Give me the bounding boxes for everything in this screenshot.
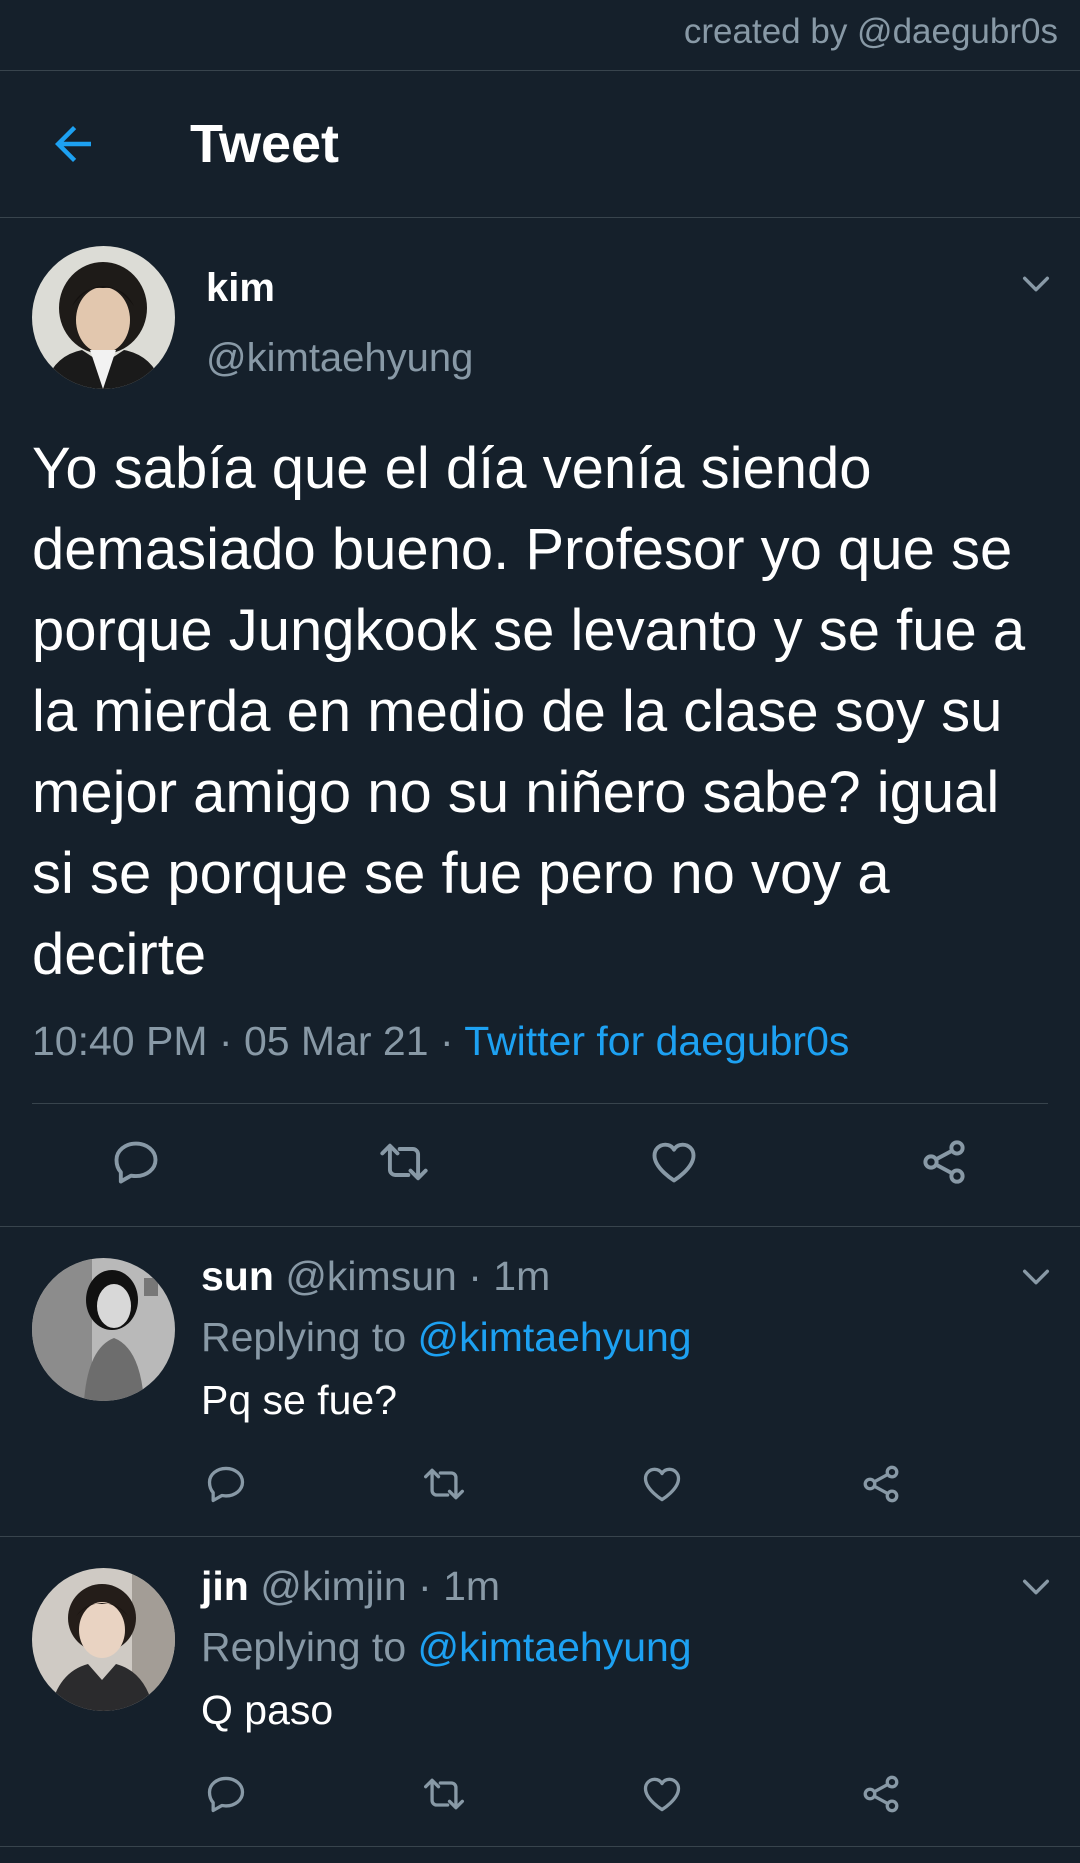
page-title: Tweet [190, 114, 340, 174]
tweet-time: 10:40 PM [32, 1018, 208, 1064]
author-handle[interactable]: @kimtaehyung [206, 336, 473, 381]
tweet-text: Yo sabía que el día venía siendo demasia… [32, 436, 1026, 987]
chevron-down-icon [1022, 1579, 1050, 1595]
like-button[interactable] [640, 1462, 684, 1506]
avatar[interactable] [32, 246, 175, 389]
replying-to: Replying to @kimtaehyung [201, 1314, 692, 1361]
reply-header: sun @kimsun · 1m [201, 1253, 550, 1300]
tweet-menu-button[interactable] [1019, 267, 1053, 301]
reply-icon [207, 1776, 245, 1813]
creator-credit: created by @daegubr0s [683, 12, 1058, 51]
tweet-date: 05 Mar 21 [243, 1018, 429, 1064]
reply-icon [114, 1141, 158, 1184]
replying-to-mention[interactable]: @kimtaehyung [418, 1314, 692, 1360]
share-icon [923, 1140, 965, 1184]
reply-menu-button[interactable] [1019, 1260, 1053, 1294]
retweet-icon [424, 1778, 464, 1810]
retweet-button[interactable] [422, 1462, 466, 1506]
reply-author-name[interactable]: jin [201, 1563, 249, 1609]
tweet-meta: 10:40 PM · 05 Mar 21 · Twitter for daegu… [32, 1018, 849, 1065]
reply-separator: · [468, 1253, 482, 1299]
replying-to: Replying to @kimtaehyung [201, 1624, 692, 1671]
reply-author-name[interactable]: sun [201, 1253, 274, 1299]
author-name[interactable]: kim [206, 266, 275, 311]
share-button[interactable] [859, 1462, 903, 1506]
divider [32, 1103, 1048, 1104]
chevron-down-icon [1022, 276, 1050, 292]
like-button[interactable] [648, 1136, 700, 1188]
replying-to-label: Replying to [201, 1314, 418, 1360]
heart-icon [643, 1467, 681, 1502]
retweet-icon [380, 1143, 428, 1181]
reply-header: jin @kimjin · 1m [201, 1563, 500, 1610]
share-button[interactable] [859, 1772, 903, 1816]
reply-text: Q paso [201, 1687, 334, 1733]
reply-button[interactable] [110, 1136, 162, 1188]
avatar[interactable] [32, 1258, 175, 1401]
retweet-button[interactable] [378, 1136, 430, 1188]
reply-button[interactable] [204, 1772, 248, 1816]
heart-icon [652, 1142, 696, 1183]
heart-icon [643, 1777, 681, 1812]
reply-time: 1m [443, 1563, 501, 1609]
back-button[interactable] [46, 117, 100, 171]
reply-menu-button[interactable] [1019, 1570, 1053, 1604]
meta-separator: · [207, 1018, 244, 1064]
avatar[interactable] [32, 1568, 175, 1711]
chevron-down-icon [1022, 1269, 1050, 1285]
retweet-button[interactable] [422, 1772, 466, 1816]
reply-icon [207, 1466, 245, 1503]
divider [0, 1536, 1080, 1537]
reply-author-handle[interactable]: @kimsun [285, 1253, 457, 1299]
like-button[interactable] [640, 1772, 684, 1816]
share-icon [863, 1465, 899, 1503]
reply-author-handle[interactable]: @kimjin [260, 1563, 406, 1609]
tweet-source-link[interactable]: Twitter for daegubr0s [464, 1018, 849, 1064]
reply-separator: · [418, 1563, 432, 1609]
arrow-left-icon [55, 126, 91, 162]
reply-button[interactable] [204, 1462, 248, 1506]
share-button[interactable] [918, 1136, 970, 1188]
meta-separator: · [428, 1018, 465, 1064]
share-icon [863, 1775, 899, 1813]
divider [0, 1846, 1080, 1847]
reply-text: Pq se fue? [201, 1377, 398, 1423]
replying-to-label: Replying to [201, 1624, 418, 1670]
reply-time: 1m [493, 1253, 551, 1299]
top-bar: Tweet [0, 70, 1080, 218]
retweet-icon [424, 1468, 464, 1500]
divider [0, 1226, 1080, 1227]
replying-to-mention[interactable]: @kimtaehyung [418, 1624, 692, 1670]
